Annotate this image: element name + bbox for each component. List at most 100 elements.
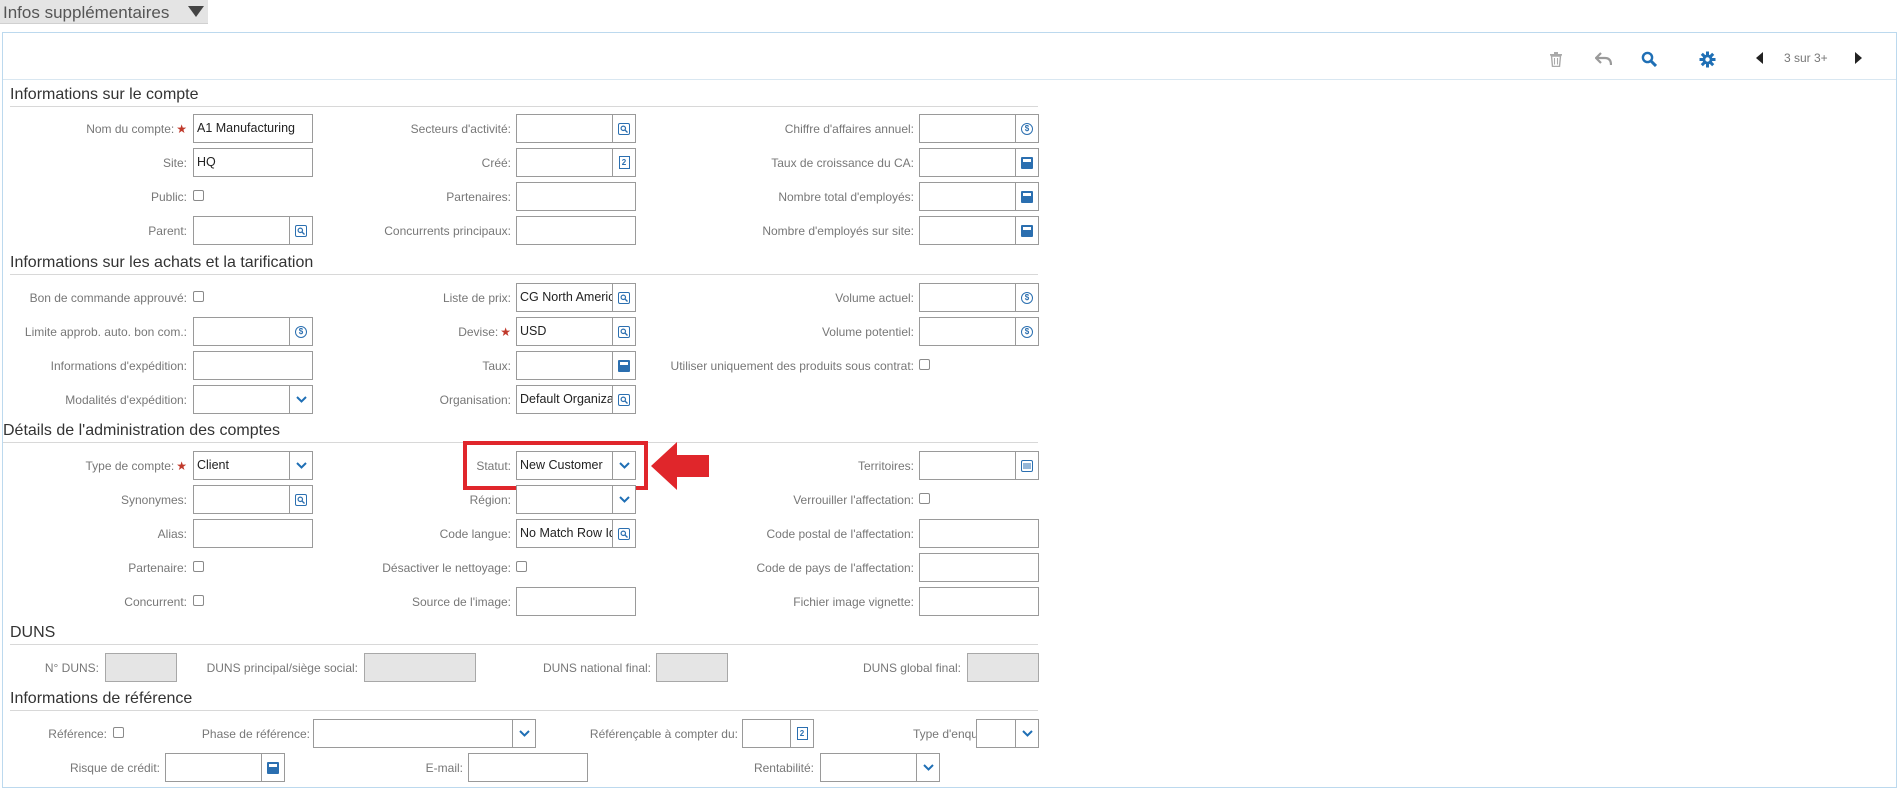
label-partenaires: Partenaires: <box>446 190 511 204</box>
label-duns-principal: DUNS principal/siège social: <box>206 661 358 675</box>
label-cree: Créé: <box>481 156 511 170</box>
calculator-icon[interactable] <box>1015 217 1038 244</box>
search-icon[interactable] <box>1639 49 1659 69</box>
region-dropdown[interactable] <box>516 485 636 514</box>
email-field[interactable] <box>468 753 588 782</box>
prev-icon[interactable] <box>1749 48 1769 68</box>
calculator-icon[interactable] <box>612 352 635 379</box>
label-duns-national: DUNS national final: <box>542 661 651 675</box>
trash-icon[interactable] <box>1546 49 1566 69</box>
currency-icon[interactable]: $ <box>289 318 312 345</box>
po-approved-checkbox[interactable] <box>193 291 204 302</box>
chevron-down-icon[interactable] <box>916 754 939 781</box>
label-limite-approb: Limite approb. auto. bon com.: <box>24 325 187 339</box>
section-divider <box>10 710 1038 711</box>
revenue-growth-field[interactable] <box>919 148 1039 177</box>
calendar-icon[interactable]: 2 <box>612 149 635 176</box>
label-code-pays: Code de pays de l'affectation: <box>756 561 914 575</box>
account-name-field[interactable]: A1 Manufacturing <box>193 114 313 143</box>
label-desactiver-nettoyage: Désactiver le nettoyage: <box>382 561 511 575</box>
pick-applet-icon[interactable] <box>612 386 635 413</box>
alias-field[interactable] <box>193 519 313 548</box>
credit-risk-field[interactable] <box>165 753 285 782</box>
section-divider <box>10 106 1038 107</box>
referenceable-date-field[interactable]: 2 <box>742 719 814 748</box>
currency-field[interactable]: USD <box>516 317 636 346</box>
site-employees-field[interactable] <box>919 216 1039 245</box>
reference-phase-dropdown[interactable] <box>313 719 536 748</box>
section-header-title: Infos supplémentaires <box>3 3 170 22</box>
account-type-dropdown[interactable]: Client <box>193 451 313 480</box>
survey-type-dropdown[interactable] <box>976 719 1039 748</box>
chevron-down-icon[interactable] <box>612 486 635 513</box>
label-alias: Alias: <box>157 527 187 541</box>
label-parent: Parent: <box>148 224 187 238</box>
label-concurrents-principaux: Concurrents principaux: <box>384 224 511 238</box>
currency-icon[interactable]: $ <box>1015 284 1038 311</box>
partner-checkbox[interactable] <box>193 561 204 572</box>
pick-applet-icon[interactable] <box>612 318 635 345</box>
chevron-down-icon[interactable] <box>289 386 312 413</box>
next-icon[interactable] <box>1848 48 1868 68</box>
shipping-terms-dropdown[interactable] <box>193 385 313 414</box>
profitability-dropdown[interactable] <box>820 753 940 782</box>
contract-products-checkbox[interactable] <box>919 359 930 370</box>
pick-applet-icon[interactable] <box>289 217 312 244</box>
currency-icon[interactable]: $ <box>1015 318 1038 345</box>
territories-field[interactable] <box>919 451 1039 480</box>
parent-field[interactable] <box>193 216 313 245</box>
currency-icon[interactable]: $ <box>1015 115 1038 142</box>
pick-applet-icon[interactable] <box>289 486 312 513</box>
chevron-down-icon[interactable] <box>289 452 312 479</box>
assignment-country-code-field[interactable] <box>919 553 1039 582</box>
label-organisation: Organisation: <box>439 393 511 407</box>
label-duns-global: DUNS global final: <box>862 661 961 675</box>
label-bon-commande: Bon de commande approuvé: <box>29 291 187 305</box>
shipping-info-field[interactable] <box>193 351 313 380</box>
annual-revenue-field[interactable]: $ <box>919 114 1039 143</box>
language-code-field[interactable]: No Match Row Id <box>516 519 636 548</box>
assignment-postal-code-field[interactable] <box>919 519 1039 548</box>
status-highlight-box <box>463 441 648 490</box>
label-rentabilite: Rentabilité: <box>753 761 814 775</box>
pick-applet-icon[interactable] <box>612 520 635 547</box>
calendar-icon[interactable]: 2 <box>790 720 813 747</box>
industry-field[interactable] <box>516 114 636 143</box>
disable-cleansing-checkbox[interactable] <box>516 561 527 572</box>
current-volume-field[interactable]: $ <box>919 283 1039 312</box>
duns-headquarters-field <box>364 653 476 682</box>
po-auto-approval-limit-field[interactable]: $ <box>193 317 313 346</box>
calculator-icon[interactable] <box>261 754 284 781</box>
pick-applet-icon[interactable] <box>612 115 635 142</box>
undo-icon[interactable] <box>1593 49 1613 69</box>
pick-applet-icon[interactable] <box>612 284 635 311</box>
price-list-field[interactable]: CG North America <box>516 283 636 312</box>
thumbnail-file-field[interactable] <box>919 587 1039 616</box>
total-employees-field[interactable] <box>919 182 1039 211</box>
collapse-caret-icon[interactable] <box>188 6 204 17</box>
site-field[interactable]: HQ <box>193 148 313 177</box>
synonyms-field[interactable] <box>193 485 313 514</box>
main-competitors-field[interactable] <box>516 216 636 245</box>
calculator-icon[interactable] <box>1015 149 1038 176</box>
public-checkbox[interactable] <box>193 190 204 201</box>
lock-assignment-checkbox[interactable] <box>919 493 930 504</box>
organization-field[interactable]: Default Organization <box>516 385 636 414</box>
chevron-down-icon[interactable] <box>512 720 535 747</box>
calculator-icon[interactable] <box>1015 183 1038 210</box>
label-devise: Devise: ★ <box>458 325 511 339</box>
partners-field[interactable] <box>516 182 636 211</box>
rate-field[interactable] <box>516 351 636 380</box>
created-date-field[interactable]: 2 <box>516 148 636 177</box>
label-region: Région: <box>469 493 511 507</box>
reference-checkbox[interactable] <box>113 727 124 738</box>
section-divider <box>10 644 1038 645</box>
potential-volume-field[interactable]: $ <box>919 317 1039 346</box>
list-icon[interactable] <box>1015 452 1038 479</box>
image-source-field[interactable] <box>516 587 636 616</box>
gear-icon[interactable] <box>1697 49 1717 69</box>
competitor-checkbox[interactable] <box>193 595 204 606</box>
chevron-down-icon[interactable] <box>1015 720 1038 747</box>
label-territoires: Territoires: <box>857 459 914 473</box>
label-produits-contrat: Utiliser uniquement des produits sous co… <box>670 359 914 373</box>
